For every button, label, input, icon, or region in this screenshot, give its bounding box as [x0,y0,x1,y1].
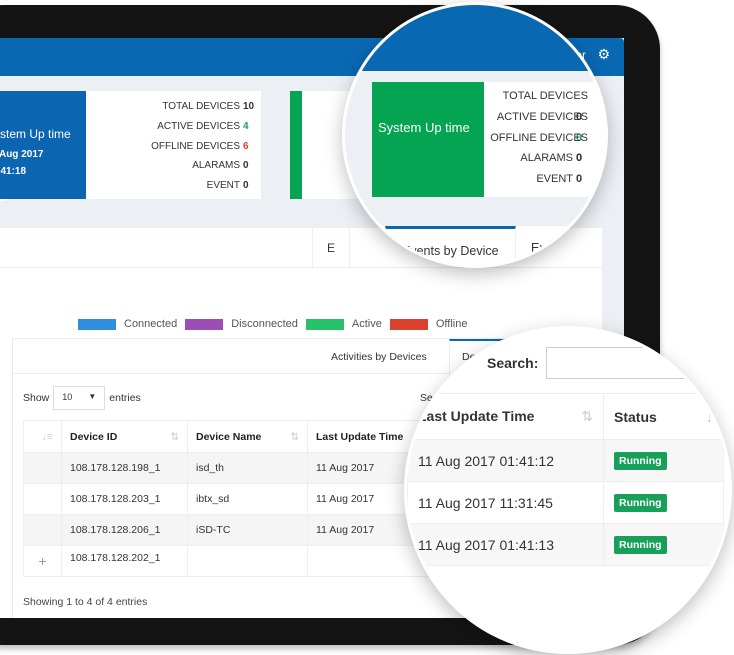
tab-exceptions-by-device[interactable]: Exce evice [515,226,605,265]
sort-icon: ⇅ [290,430,299,443]
expand-column-header[interactable]: ↓≡ [23,420,62,453]
cell-device-name: ibtx_sd [187,483,308,515]
row-expander[interactable] [23,514,62,546]
magnified-stat-list: TOTAL DEVICES0 ACTIVE DEVICES0 OFFLINE D… [484,82,588,197]
legend-label-connected: Connected [124,318,178,330]
column-device-name[interactable]: Device Name ⇅ [187,420,308,453]
legend-label-active: Active [351,318,382,330]
page-size-select[interactable]: 10 ▼ [53,386,106,410]
legend-swatch-disconnected [185,318,224,330]
stat-offline-devices: OFFLINE DEVICES 6 [151,140,249,152]
magnifier-stats: System Up time TOTAL DEVICES0 ACTIVE DEV… [342,2,608,268]
status-badge: Running [614,494,667,512]
stat-card-1: System Up time 11 Aug 2017 01:41:18 TOTA… [0,91,261,199]
table-header-row: Last Update Time ⇅ Status ↓ [407,393,724,440]
tile-time: 01:41:18 [0,166,27,177]
system-uptime-tile-2 [290,91,302,199]
stat-active-devices: ACTIVE DEVICES0 [496,110,588,144]
column-last-update-time[interactable]: Last Update Time ⇅ [407,393,604,440]
table-row: 11 Aug 2017 01:41:12 Running [407,439,724,482]
stat-list: TOTAL DEVICES 10 ACTIVE DEVICES 4 OFFLINE … [86,91,261,199]
cell-last-update: 11 Aug 2017 11:31:45 [407,481,604,524]
cell-status: Running [603,439,724,482]
magnified-stat-card-2: System Up time TOTAL DEVICES0 ACTIVE DEV… [372,82,605,197]
search-label: Search: [487,355,539,371]
page-size-control: Show 10 ▼ entries [23,386,141,410]
cell-device-id: 108.178.128.198_1 [61,452,188,484]
entries-label: entries [109,392,141,404]
cell-device-name [187,545,308,577]
cell-device-id: 108.178.128.206_1 [61,514,188,546]
magnified-status-table: Last Update Time ⇅ Status ↓ 11 Aug 2017 01… [407,393,724,566]
chart-legend: Connected Disconnected Active Offline [78,318,475,330]
table-row: 11 Aug 2017 01:41:13 Running [407,523,724,566]
stat-total-devices: TOTAL DEVICES0 [502,90,588,123]
cell-device-name: iSD-TC [187,514,308,546]
row-expander[interactable] [23,483,62,515]
table-info: Showing 1 to 4 of 4 entries [23,596,148,608]
stat-total-devices: TOTAL DEVICES 10 [162,101,255,112]
magnified-tabbar: Events by Device Exce evice [345,225,605,265]
legend-label-offline: Offline [435,318,468,330]
legend-swatch-active [305,318,344,330]
sort-down-icon: ↓ [706,408,713,425]
stat-alarms: ALARAMS 0 [520,152,583,165]
tab-activities-by-devices[interactable]: Activities by Devices [319,339,439,375]
row-expander[interactable] [23,452,62,484]
stat-active-devices: ACTIVE DEVICES 4 [157,120,249,132]
status-badge: Running [614,536,667,554]
stat-event: EVENT 0 [206,180,249,192]
status-badge: Running [614,452,667,470]
magnifier-status-table: Search: Last Update Time ⇅ Status ↓ 11 Aug… [404,326,732,654]
magnified-navbar [345,5,605,71]
row-expander-plus-icon[interactable]: + [23,545,62,577]
stat-event: EVENT 0 [536,173,583,186]
column-status[interactable]: Status ↓ [603,393,724,440]
show-label: Show [23,392,50,404]
caret-down-icon: ▼ [88,392,97,401]
sort-icon: ↓≡ [41,430,53,443]
magnified-search: Search: [487,347,687,379]
cell-last-update: 11 Aug 2017 01:41:13 [407,523,604,566]
cell-device-name: isd_th [187,452,308,484]
column-device-id[interactable]: Device ID ⇅ [61,420,188,453]
search-input[interactable] [546,347,687,379]
cell-device-id: 108.178.128.202_1 [61,545,188,577]
cell-status: Running [603,481,724,524]
system-uptime-tile: System Up time 11 Aug 2017 01:41:18 [0,91,86,199]
sort-icon: ⇅ [581,408,593,424]
magnified-uptime-tile: System Up time [372,82,484,197]
cell-last-update: 11 Aug 2017 01:41:12 [407,439,604,482]
tile-date: 11 Aug 2017 [0,149,44,160]
legend-swatch-offline [389,318,428,330]
legend-label-disconnected: Disconnected [231,318,298,330]
tile-title: System Up time [0,127,71,141]
table-row: 11 Aug 2017 11:31:45 Running [407,481,724,524]
stat-offline-devices: OFFLINE DEVICES0 [490,131,588,165]
sort-icon: ⇅ [170,430,179,443]
cell-device-id: 108.178.128.203_1 [61,483,188,515]
tab-events-by-device[interactable]: Events by Device [385,226,516,265]
cell-status: Running [603,523,724,566]
stat-alarms: ALARAMS 0 [192,160,249,172]
legend-swatch-connected [78,318,116,330]
